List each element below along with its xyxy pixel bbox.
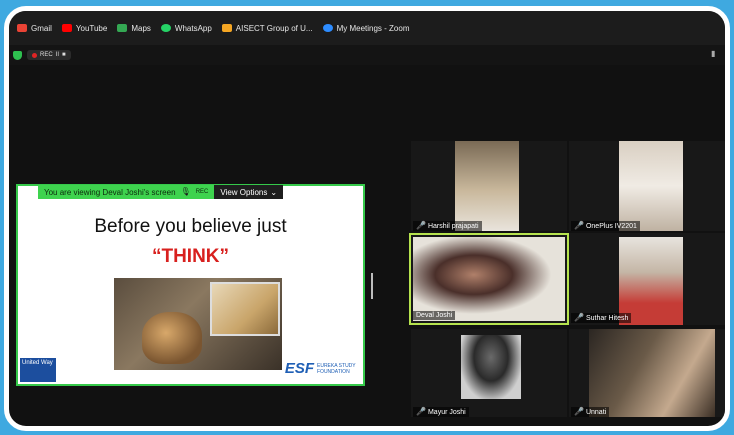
recording-indicator[interactable]: REC II ■ [27,50,71,60]
viewing-label: You are viewing Deval Joshi's screen 🎙 R… [38,185,215,199]
participant-name-tag: 🎤 Harshil prajapati [413,221,482,231]
gmail-icon [17,24,27,32]
participant-name-tag: 🎤 Unnati [571,407,610,417]
shared-screen: You are viewing Deval Joshi's screen 🎙 R… [16,184,365,386]
participant-name-tag: Deval Joshi [413,311,456,320]
mic-muted-icon: 🎤 [416,407,426,416]
record-dot-icon [32,52,37,58]
participant-name-tag: 🎤 Suthar Hitesh [571,313,632,323]
bookmark-aisect[interactable]: AISECT Group of U... [221,24,313,33]
zoom-toolbar: REC II ■ [9,45,725,65]
pause-icon[interactable]: II [56,52,59,58]
mic-muted-icon: 🎤 [574,407,584,416]
bookmark-whatsapp[interactable]: WhatsApp [160,24,212,33]
bookmark-gmail[interactable]: Gmail [17,24,52,33]
mic-muted-icon: 🎤 [574,221,584,230]
leopard-canvas [210,282,280,336]
united-way-logo: United Way [20,358,56,382]
participant-tile[interactable]: 🎤 Unnati [569,329,725,417]
participant-video [413,237,565,321]
participant-video [461,335,521,399]
participant-name-tag: 🎤 Mayur Joshi [413,407,469,417]
slide-title: Before you believe just [94,216,287,237]
mic-muted-icon: 🎤 [574,313,584,322]
cat-painting-image [114,278,282,370]
mic-muted-icon: 🎤 [416,221,426,230]
slide-think-text: “THINK” [151,246,230,267]
whatsapp-icon [160,24,171,32]
cat-figure [142,312,202,364]
esf-logo: ESF EUREKA STUDY FOUNDATION [284,360,356,377]
participant-video [619,141,683,231]
participant-tile[interactable]: 🎤 OnePlus IV2201 [569,141,725,231]
rec-badge: REC [195,189,209,195]
panel-resize-handle[interactable] [371,273,373,299]
bookmark-youtube[interactable]: YouTube [61,24,107,33]
aisect-icon [221,24,232,32]
mic-muted-icon: 🎙 [180,187,191,196]
participant-video [455,141,519,231]
layout-icon[interactable]: ▮ [711,49,721,59]
chevron-down-icon: ⌄ [270,187,278,197]
shield-icon[interactable] [13,50,22,60]
participant-name-tag: 🎤 OnePlus IV2201 [571,221,640,231]
bookmark-maps[interactable]: Maps [117,24,151,33]
participant-tile[interactable]: 🎤 Harshil prajapati [411,141,567,231]
youtube-icon [61,24,72,32]
participant-tile[interactable]: 🎤 Suthar Hitesh [569,233,725,325]
participant-tile[interactable]: 🎤 Mayur Joshi [411,329,567,417]
active-speaker-tile[interactable]: Deval Joshi [409,233,569,325]
stop-icon[interactable]: ■ [62,52,66,58]
participant-video [589,329,715,417]
browser-window: Gmail YouTube Maps WhatsApp AISECT Group… [4,6,730,431]
maps-icon [117,24,128,32]
screen-share-bar: You are viewing Deval Joshi's screen 🎙 R… [38,185,284,199]
zoom-icon [322,24,333,32]
bookmark-zoom[interactable]: My Meetings - Zoom [322,24,409,33]
participant-video [619,237,683,325]
view-options-button[interactable]: View Options ⌄ [214,185,284,199]
bookmarks-bar: Gmail YouTube Maps WhatsApp AISECT Group… [9,11,725,45]
